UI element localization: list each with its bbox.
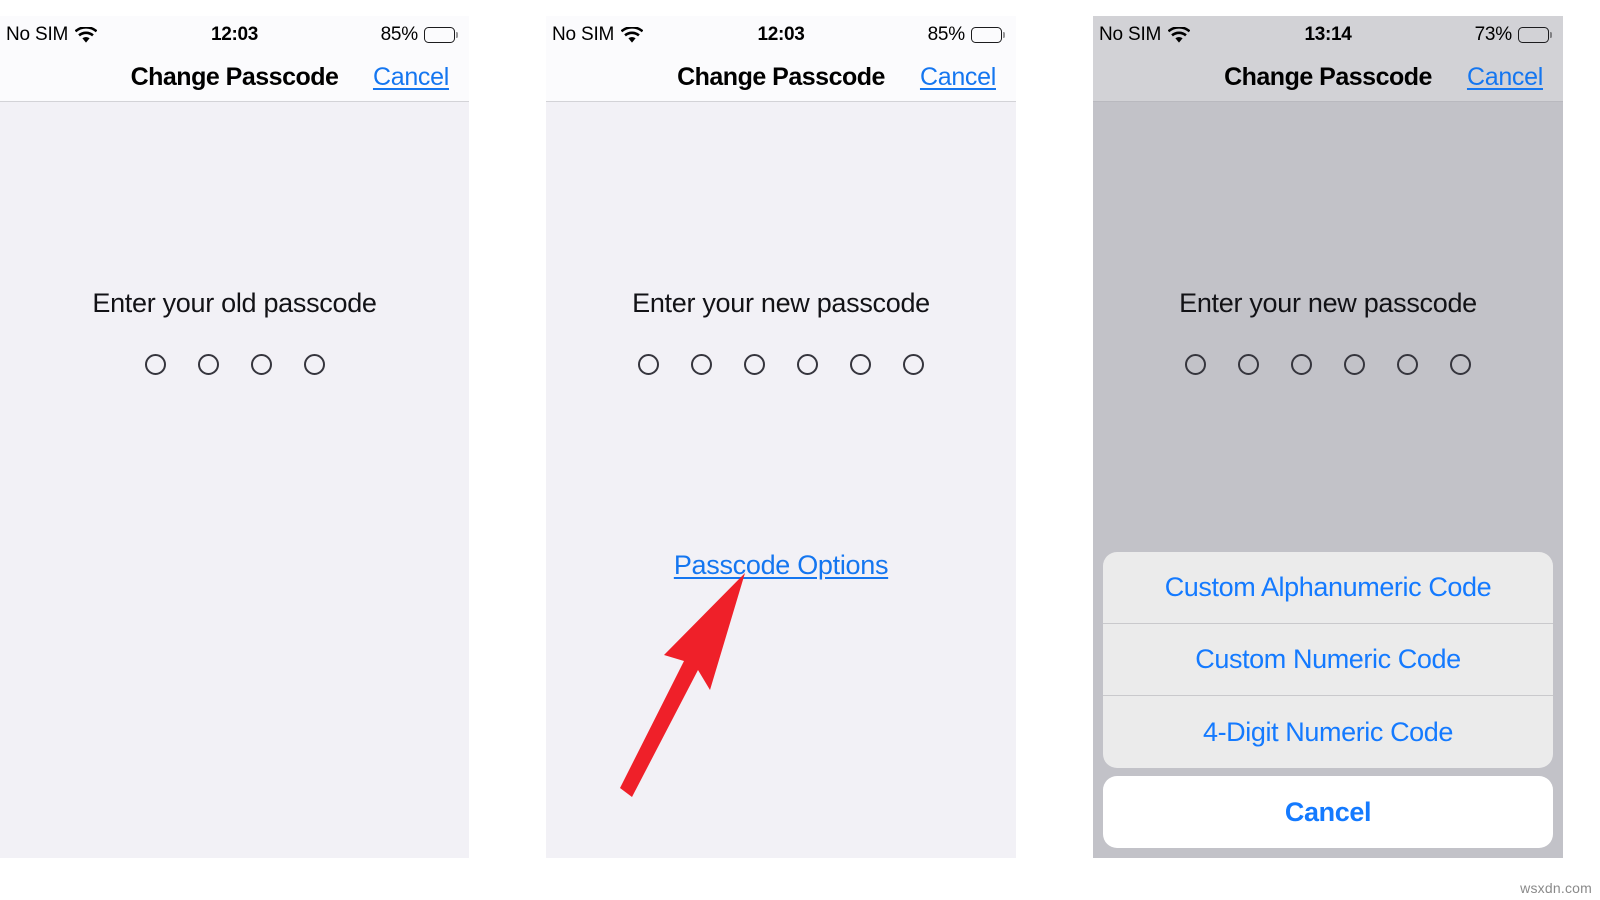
status-bar-1: No SIM 12:03 85% bbox=[0, 16, 469, 54]
phone-screenshot-1: No SIM 12:03 85% Change Passcode Cancel bbox=[0, 16, 469, 858]
cancel-button[interactable]: Cancel bbox=[1467, 63, 1543, 92]
passcode-dot bbox=[250, 354, 272, 375]
battery-icon bbox=[1518, 27, 1549, 43]
status-bar-right-1: 85% bbox=[381, 24, 455, 46]
passcode-dot bbox=[303, 354, 325, 375]
carrier-label: No SIM bbox=[1099, 24, 1162, 45]
iphone-screen-2: No SIM 12:03 85% Change Passcode Cancel bbox=[546, 16, 1016, 858]
wifi-icon bbox=[1168, 26, 1191, 43]
passcode-dots[interactable] bbox=[1093, 354, 1563, 375]
phone-screenshot-3: No SIM 13:14 73% Change Passcode Cancel bbox=[1093, 16, 1563, 858]
nav-bar-3: Change Passcode Cancel bbox=[1093, 54, 1563, 102]
screen-body-2: Enter your new passcode Passcode Options bbox=[546, 102, 1016, 858]
passcode-options-link[interactable]: Passcode Options bbox=[546, 550, 1016, 581]
status-bar-right-3: 73% bbox=[1475, 24, 1549, 46]
carrier-label: No SIM bbox=[552, 24, 615, 45]
status-bar-2: No SIM 12:03 85% bbox=[546, 16, 1016, 54]
status-bar-right-2: 85% bbox=[928, 24, 1002, 46]
battery-icon bbox=[971, 27, 1002, 43]
cancel-button[interactable]: Cancel bbox=[373, 63, 449, 92]
iphone-screen-3: No SIM 13:14 73% Change Passcode Cancel bbox=[1093, 16, 1563, 858]
passcode-dot bbox=[1291, 354, 1312, 375]
action-sheet-option-four-digit[interactable]: 4-Digit Numeric Code bbox=[1103, 696, 1553, 768]
passcode-dot bbox=[638, 354, 659, 375]
status-bar-left-3: No SIM bbox=[1099, 24, 1191, 46]
nav-bar-1: Change Passcode Cancel bbox=[0, 54, 469, 102]
wifi-icon bbox=[621, 26, 644, 43]
action-sheet-cancel-button[interactable]: Cancel bbox=[1103, 776, 1553, 848]
status-bar-left-2: No SIM bbox=[552, 24, 644, 46]
screen-body-3: Enter your new passcode Passcode Options… bbox=[1093, 102, 1563, 858]
status-bar-left-1: No SIM bbox=[6, 24, 98, 46]
passcode-dot bbox=[744, 354, 765, 375]
status-bar-3: No SIM 13:14 73% bbox=[1093, 16, 1563, 54]
passcode-dot bbox=[144, 354, 166, 375]
watermark-label: wsxdn.com bbox=[1520, 880, 1592, 896]
screenshot-stage: No SIM 12:03 85% Change Passcode Cancel bbox=[0, 0, 1600, 900]
passcode-dot bbox=[797, 354, 818, 375]
passcode-prompt: Enter your new passcode bbox=[632, 288, 930, 318]
passcode-dot bbox=[1397, 354, 1418, 375]
action-sheet-options-group: Custom Alphanumeric Code Custom Numeric … bbox=[1103, 552, 1553, 768]
action-sheet-option-custom-numeric[interactable]: Custom Numeric Code bbox=[1103, 624, 1553, 696]
passcode-dot bbox=[1185, 354, 1206, 375]
carrier-label: No SIM bbox=[6, 24, 69, 45]
passcode-dot bbox=[850, 354, 871, 375]
passcode-dot bbox=[1238, 354, 1259, 375]
passcode-prompt: Enter your new passcode bbox=[1179, 288, 1477, 318]
battery-percent-label: 85% bbox=[380, 24, 419, 45]
nav-bar-2: Change Passcode Cancel bbox=[546, 54, 1016, 102]
passcode-options-action-sheet: Custom Alphanumeric Code Custom Numeric … bbox=[1103, 552, 1553, 848]
passcode-dot bbox=[1450, 354, 1471, 375]
battery-percent-label: 73% bbox=[1474, 24, 1513, 45]
action-sheet-option-alphanumeric[interactable]: Custom Alphanumeric Code bbox=[1103, 552, 1553, 624]
wifi-icon bbox=[75, 26, 98, 43]
screen-body-1: Enter your old passcode bbox=[0, 102, 469, 858]
cancel-button[interactable]: Cancel bbox=[920, 63, 996, 92]
battery-icon bbox=[424, 27, 455, 43]
iphone-screen-1: No SIM 12:03 85% Change Passcode Cancel bbox=[0, 16, 469, 858]
passcode-dot bbox=[1344, 354, 1365, 375]
passcode-dot bbox=[197, 354, 219, 375]
passcode-dots[interactable] bbox=[0, 354, 469, 375]
passcode-dots[interactable] bbox=[546, 354, 1016, 375]
phone-screenshot-2: No SIM 12:03 85% Change Passcode Cancel bbox=[546, 16, 1016, 858]
passcode-dot bbox=[691, 354, 712, 375]
passcode-prompt: Enter your old passcode bbox=[92, 288, 377, 318]
passcode-dot bbox=[903, 354, 924, 375]
battery-percent-label: 85% bbox=[927, 24, 966, 45]
